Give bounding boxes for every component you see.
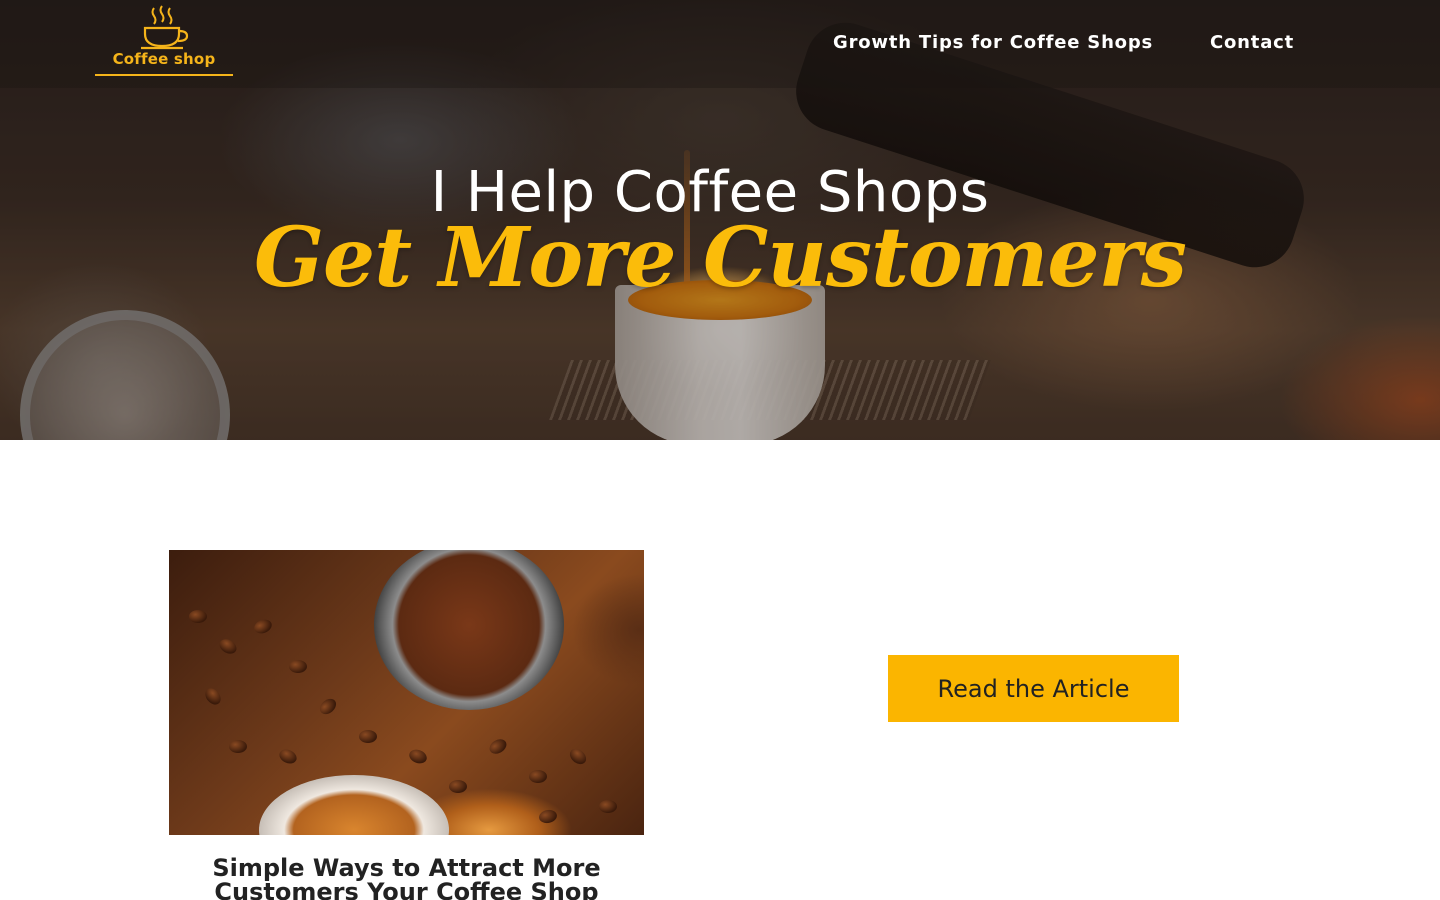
site-logo[interactable]: Coffee shop [95,4,233,76]
coffee-bean [359,730,377,743]
article-thumbnail[interactable] [169,550,644,835]
coffee-bean [216,636,240,657]
coffee-cup-icon [141,5,189,50]
coffee-grounds-jar [374,550,564,710]
coffee-bean [202,685,224,708]
coffee-bean [486,736,510,757]
coffee-bean [277,746,299,767]
nav-link-growth-tips[interactable]: Growth Tips for Coffee Shops [833,32,1153,53]
logo-text: Coffee shop [112,50,216,68]
coffee-bean [407,747,429,766]
coffee-bean [289,660,307,673]
nav-link-contact[interactable]: Contact [1210,32,1294,53]
coffee-bean [449,780,467,793]
coffee-bean [189,610,207,623]
coffee-bean [566,745,590,768]
article-title[interactable]: Simple Ways to Attract More Customers Yo… [169,856,644,900]
coffee-bean [529,770,547,783]
coffee-bean [316,695,340,718]
read-article-button[interactable]: Read the Article [888,655,1179,722]
coffee-bean [538,808,558,825]
coffee-bean [229,740,247,753]
coffee-bean [599,800,617,813]
coffee-bean [252,617,274,636]
espresso-cup [259,775,449,835]
top-navigation: Coffee shop Growth Tips for Coffee Shops… [0,0,1440,88]
hero-subtitle: Get More Customers [254,210,1187,306]
